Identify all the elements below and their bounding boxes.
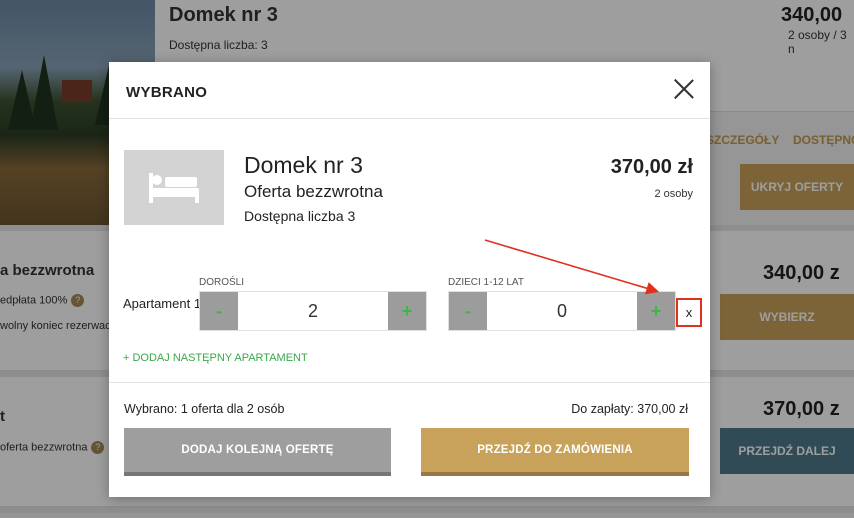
children-plus-button[interactable]: + [637,292,675,330]
adults-plus-button[interactable]: + [388,292,426,330]
room-availability: Dostępna liczba 3 [244,208,356,224]
apartment-label: Apartament 1 [123,296,202,311]
go-to-order-button[interactable]: PRZEJDŹ DO ZAMÓWIENIA [421,428,689,476]
total-to-pay: Do zapłaty: 370,00 zł [571,402,688,416]
children-label: DZIECI 1-12 LAT [448,277,524,288]
adults-value[interactable]: 2 [238,292,388,330]
divider [109,382,710,383]
remove-apartment-button[interactable]: x [676,298,702,327]
close-icon[interactable] [674,79,694,99]
room-name: Domek nr 3 [244,152,363,178]
children-stepper: - 0 + [448,291,676,331]
children-minus-button[interactable]: - [449,292,487,330]
bed-icon [149,172,199,203]
modal-header: WYBRANO [109,62,710,119]
add-apartment-link[interactable]: + DODAJ NASTĘPNY APARTAMENT [123,352,308,364]
room-price: 370,00 zł [610,156,693,178]
selection-modal: WYBRANO Domek nr 3 Oferta bezzwrotna Dos… [109,62,710,497]
children-value[interactable]: 0 [487,292,637,330]
room-offer: Oferta bezzwrotna [244,182,383,201]
modal-title: WYBRANO [126,84,208,101]
room-persons: 2 osoby [654,188,693,200]
adults-label: DOROŚLI [199,277,245,288]
adults-stepper: - 2 + [199,291,427,331]
room-image-placeholder [124,150,224,225]
add-offer-button[interactable]: DODAJ KOLEJNĄ OFERTĘ [124,428,391,476]
adults-minus-button[interactable]: - [200,292,238,330]
selection-summary: Wybrano: 1 oferta dla 2 osób [124,402,285,416]
